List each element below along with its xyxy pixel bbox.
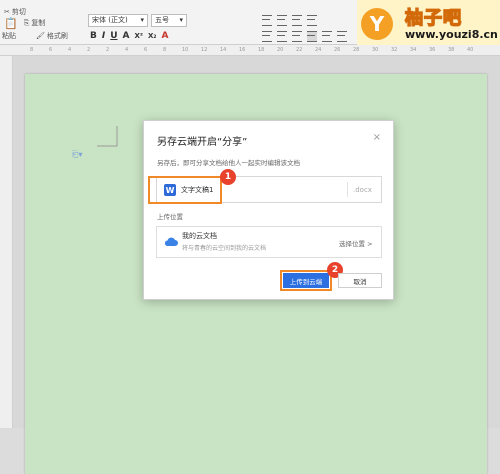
- dialog-title: 另存云端开启“分享”: [157, 137, 248, 148]
- ruler-number: 10: [182, 47, 189, 53]
- choose-location-link[interactable]: 选择位置 >: [339, 238, 373, 248]
- paste-label[interactable]: 粘贴: [2, 31, 16, 41]
- ruler-number: 12: [201, 47, 208, 53]
- align-right-icon[interactable]: [292, 30, 302, 42]
- font-size-select[interactable]: 五号 ▾: [151, 13, 187, 27]
- watermark-logo: Y 柚子吧 www.youzi8.cn: [357, 0, 500, 48]
- ribbon-row-bottom-left: 粘贴 🖌 格式刷: [2, 26, 74, 46]
- ruler-number: 4: [68, 47, 72, 53]
- step-badge-1: 1: [220, 169, 236, 185]
- highlight-box-filename: [148, 176, 222, 204]
- brush-icon: 🖌: [36, 32, 45, 40]
- ruler-number: 2: [106, 47, 110, 53]
- line-spacing-icon[interactable]: [337, 30, 347, 42]
- format-painter-button[interactable]: 🖌 格式刷: [36, 31, 68, 41]
- font-color-button[interactable]: A: [123, 31, 130, 41]
- cancel-button[interactable]: 取消: [338, 273, 382, 288]
- dialog-description: 另存后，即可分享文档给他人一起实时编辑该文档: [157, 159, 300, 167]
- ruler-number: 36: [429, 47, 436, 53]
- text-color-button[interactable]: A: [161, 31, 168, 41]
- ruler-number: 38: [448, 47, 455, 53]
- vertical-ruler[interactable]: [0, 56, 13, 428]
- decrease-indent-icon[interactable]: [292, 14, 302, 26]
- logo-y-icon: Y: [361, 8, 393, 40]
- increase-indent-icon[interactable]: [307, 14, 317, 26]
- bullet-list-icon[interactable]: [262, 14, 272, 26]
- ruler-number: 32: [391, 47, 398, 53]
- watermark-url: www.youzi8.cn: [405, 28, 498, 41]
- highlight-box-upload: [280, 270, 332, 291]
- chevron-down-icon: ▾: [179, 16, 183, 24]
- location-label: 上传位置: [157, 213, 183, 221]
- distributed-icon[interactable]: [322, 30, 332, 42]
- ruler-number: 8: [30, 47, 34, 53]
- save-to-cloud-dialog: 另存云端开启“分享” × 另存后，即可分享文档给他人一起实时编辑该文档 W 文字…: [143, 120, 394, 300]
- subscript-button[interactable]: X₂: [148, 32, 156, 40]
- bold-button[interactable]: B: [90, 31, 97, 41]
- superscript-button[interactable]: X²: [135, 32, 143, 40]
- ruler-number: 6: [144, 47, 148, 53]
- location-name: 我的云文档: [182, 232, 217, 240]
- watermark-title: 柚子吧: [404, 7, 462, 30]
- paragraph-align-buttons: [262, 26, 352, 46]
- ruler-number: 14: [220, 47, 227, 53]
- underline-button[interactable]: U: [110, 31, 117, 41]
- format-buttons: B I U A X² X₂ A: [90, 26, 173, 46]
- horizontal-ruler[interactable]: 8 6 4 2 2 4 6 8 10 12 14 16 18 20 22 24 26 28 30 32 34 36 38 40: [0, 45, 500, 56]
- ruler-number: 2: [87, 47, 91, 53]
- paragraph-mark-icon: ⎗▾: [72, 150, 83, 159]
- numbered-list-icon[interactable]: [277, 14, 287, 26]
- ruler-number: 28: [353, 47, 360, 53]
- divider: [347, 182, 348, 197]
- close-icon[interactable]: ×: [373, 132, 381, 143]
- align-left-icon[interactable]: [262, 30, 272, 42]
- margin-corner-mark: [97, 126, 118, 147]
- ruler-number: 4: [125, 47, 129, 53]
- ruler-number: 16: [239, 47, 246, 53]
- ruler-number: 34: [410, 47, 417, 53]
- ruler-number: 30: [372, 47, 379, 53]
- align-center-icon[interactable]: [277, 30, 287, 42]
- cloud-icon: [164, 237, 178, 246]
- ruler-number: 40: [467, 47, 474, 53]
- file-extension: .docx: [353, 186, 372, 194]
- chevron-down-icon: ▾: [140, 16, 144, 24]
- ruler-number: 8: [163, 47, 167, 53]
- justify-icon[interactable]: [307, 30, 317, 42]
- ruler-number: 24: [315, 47, 322, 53]
- italic-button[interactable]: I: [102, 31, 105, 41]
- ruler-number: 18: [258, 47, 265, 53]
- ruler-number: 20: [277, 47, 284, 53]
- ruler-number: 22: [296, 47, 303, 53]
- font-name-select[interactable]: 宋体 (正文) ▾: [88, 13, 148, 27]
- location-description: 将与青春的云空间到我的云文档: [182, 245, 267, 252]
- ruler-number: 6: [49, 47, 53, 53]
- ruler-number: 26: [334, 47, 341, 53]
